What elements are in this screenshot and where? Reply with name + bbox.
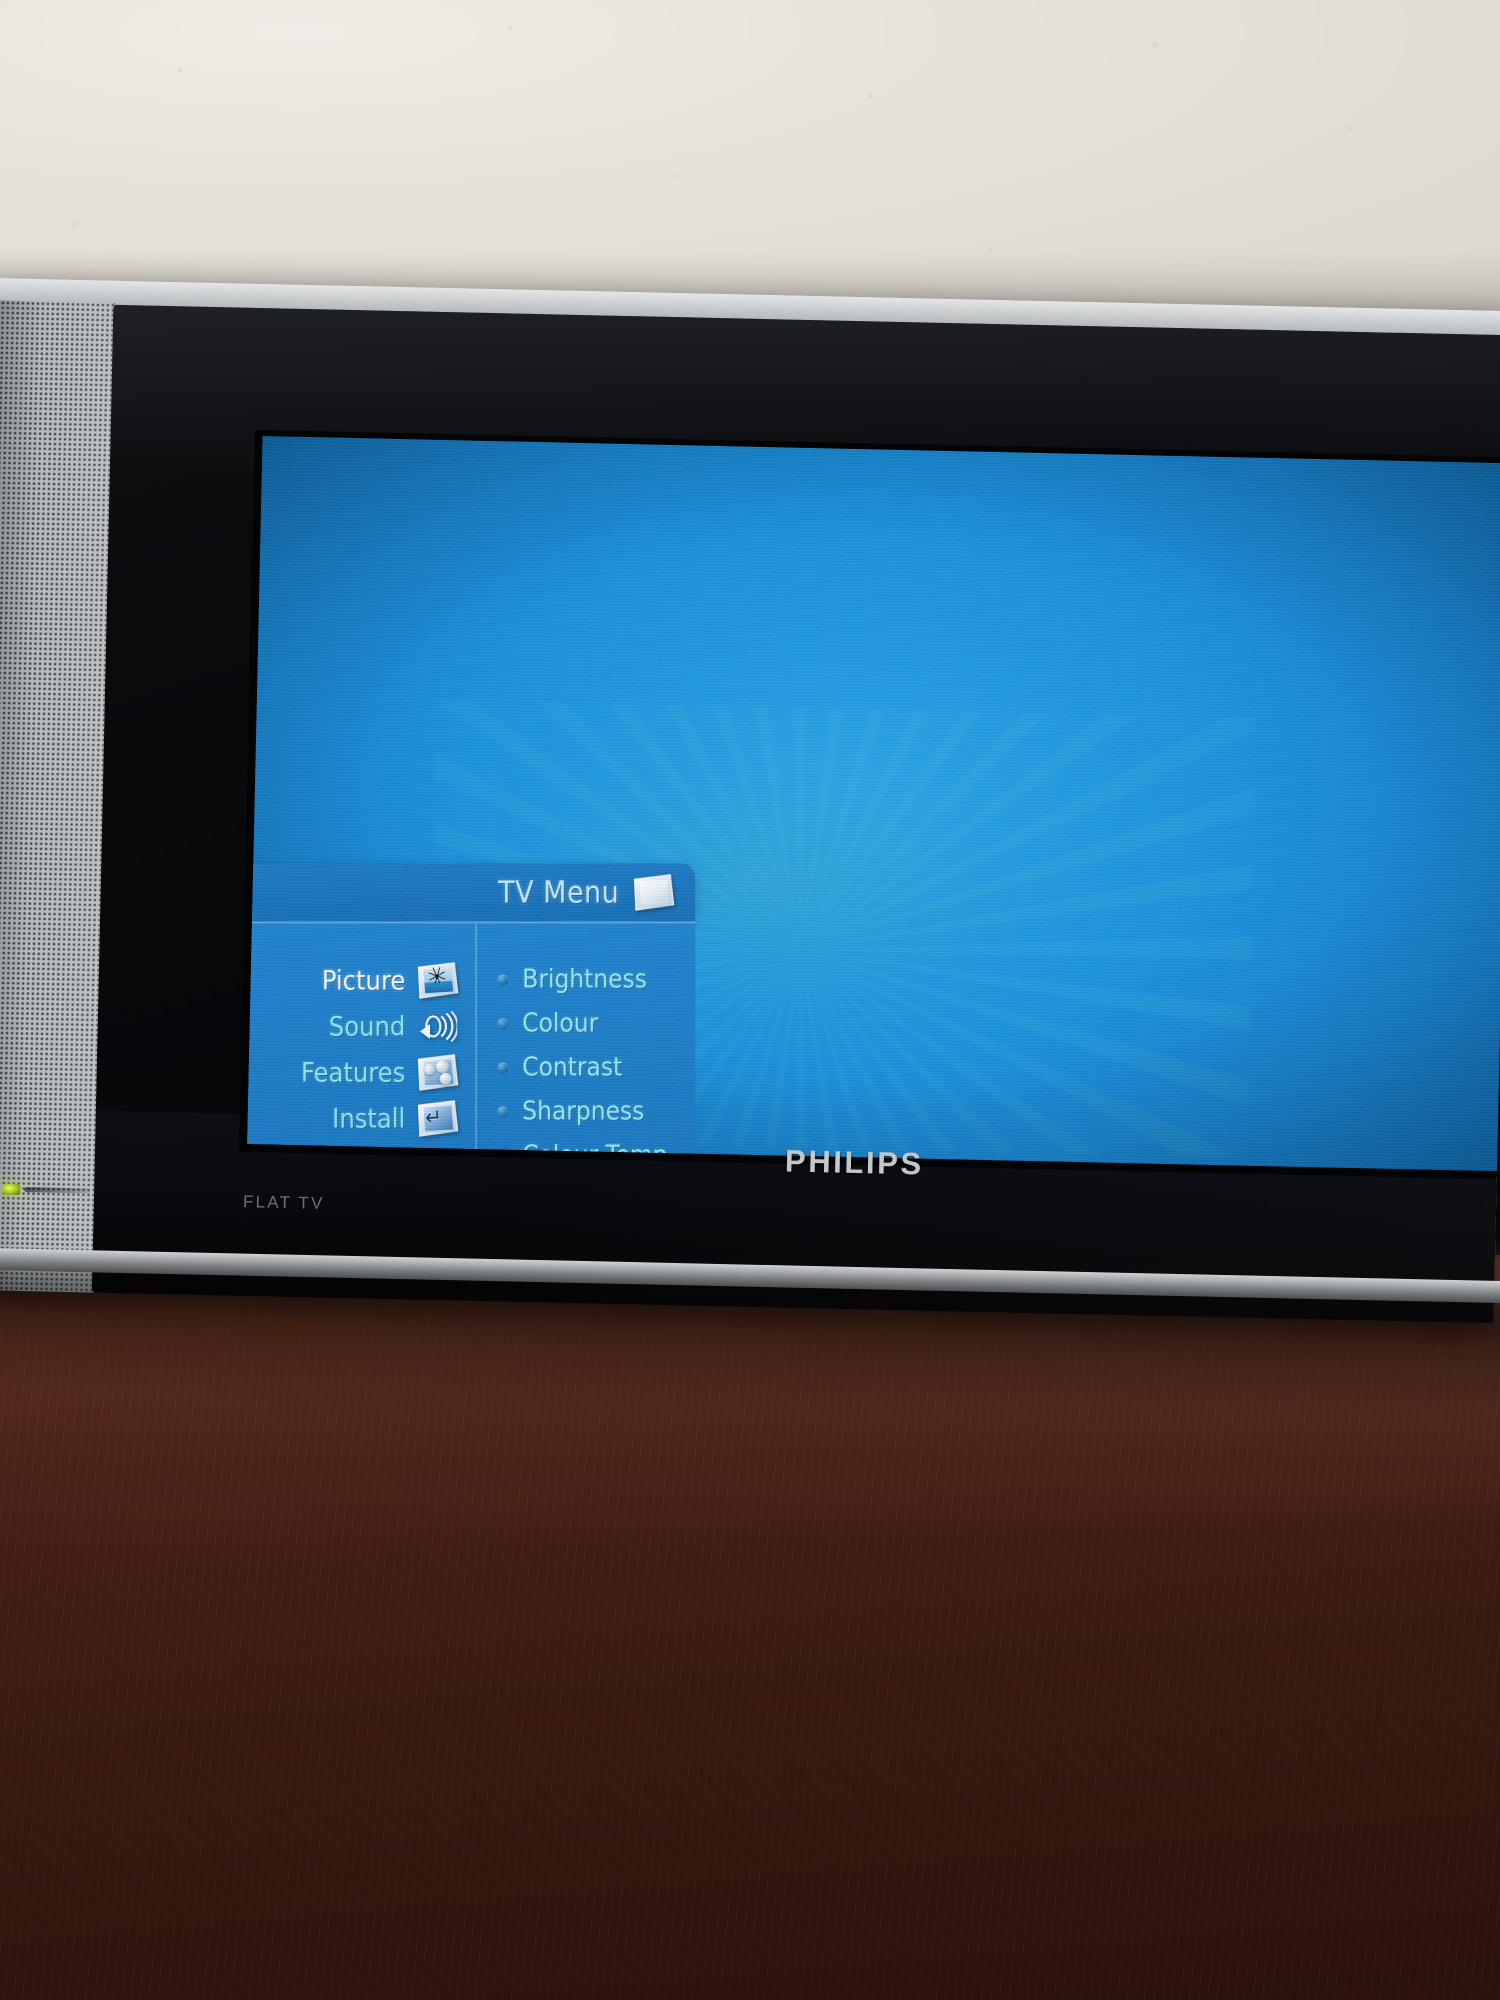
- osd-category-features[interactable]: Features: [247, 1049, 457, 1095]
- osd-category-label: Install: [332, 1102, 406, 1134]
- osd-title: TV Menu: [498, 874, 620, 910]
- osd-item-sharpness[interactable]: Sharpness: [497, 1089, 695, 1133]
- speaker-icon: [417, 1009, 458, 1043]
- tv-screen: TV Menu Picture Sound Features Install ↵…: [247, 436, 1500, 1172]
- bullet-icon: [497, 1017, 509, 1029]
- osd-category-install[interactable]: Install ↵: [247, 1095, 457, 1141]
- osd-header: TV Menu: [247, 863, 696, 924]
- osd-item-contrast[interactable]: Contrast: [497, 1045, 695, 1089]
- flat-tv-label: FLAT TV: [242, 1192, 325, 1213]
- osd-item-label: Brightness: [522, 964, 647, 995]
- osd-menu[interactable]: TV Menu Picture Sound Features Install ↵…: [247, 863, 696, 1172]
- picture-card-icon: [416, 962, 458, 999]
- power-led-icon: [2, 1183, 21, 1195]
- osd-category-label: Features: [301, 1056, 406, 1088]
- osd-category-sound[interactable]: Sound: [247, 1003, 458, 1049]
- install-card-icon: ↵: [416, 1100, 458, 1137]
- television: TV Menu Picture Sound Features Install ↵…: [0, 278, 1500, 1324]
- osd-item-label: Contrast: [522, 1052, 623, 1083]
- photo-scene: TV Menu Picture Sound Features Install ↵…: [0, 0, 1500, 2000]
- osd-category-list: Picture Sound Features Install ↵: [247, 923, 478, 1172]
- bullet-icon: [497, 1061, 509, 1073]
- features-card-icon: [416, 1054, 458, 1091]
- osd-category-label: Picture: [321, 964, 406, 996]
- osd-body: Picture Sound Features Install ↵ Brightn…: [247, 923, 696, 1172]
- osd-category-picture[interactable]: Picture: [247, 957, 457, 1003]
- osd-item-colour[interactable]: Colour: [497, 1001, 695, 1045]
- tv-menu-card-icon: [632, 874, 674, 911]
- osd-item-brightness[interactable]: Brightness: [497, 957, 695, 1001]
- bullet-icon: [497, 1105, 509, 1117]
- osd-item-label: Colour: [522, 1008, 599, 1039]
- philips-logo: PHILIPS: [784, 1143, 925, 1182]
- osd-item-list: Brightness Colour Contrast Sharpness: [477, 923, 695, 1171]
- bullet-icon: [497, 973, 509, 985]
- osd-item-label: Sharpness: [522, 1096, 645, 1127]
- osd-category-label: Sound: [328, 1010, 406, 1042]
